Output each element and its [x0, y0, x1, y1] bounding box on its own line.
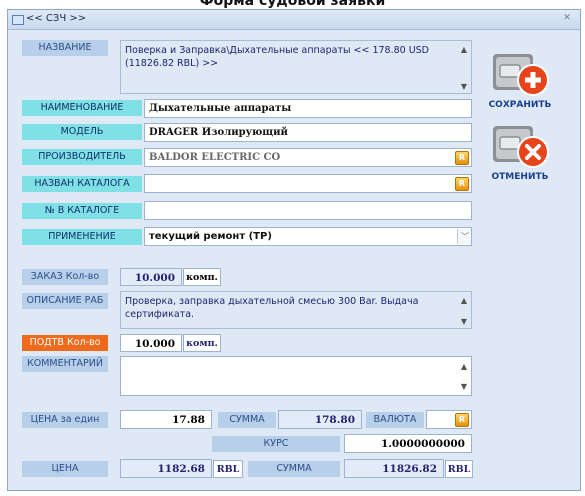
- name-textarea[interactable]: Поверка и Заправка\Дыхательные аппараты …: [120, 40, 472, 94]
- sum2-value: 11826.82: [382, 463, 437, 475]
- cancel-label: ОТМЕНИТЬ: [491, 172, 549, 182]
- maker-label: ПРОИЗВОДИТЕЛЬ: [22, 149, 142, 165]
- scroll-down-icon[interactable]: ▼: [459, 382, 469, 391]
- usage-select[interactable]: текущий ремонт (ТР) ﹀: [144, 227, 472, 246]
- comment-label: КОММЕНТАРИЙ: [22, 356, 108, 372]
- sum-value: 178.80: [314, 414, 355, 426]
- cancel-button[interactable]: ОТМЕНИТЬ: [483, 120, 557, 182]
- order-qty-value: 10.000: [134, 272, 175, 284]
- rate-field[interactable]: 1.0000000000: [344, 434, 472, 453]
- scroll-down-icon[interactable]: ▼: [459, 82, 469, 91]
- model-value: DRAGER Изолирующий: [149, 127, 288, 138]
- unit-price-value: 17.88: [172, 414, 205, 426]
- name-text: Поверка и Заправка\Дыхательные аппараты …: [125, 45, 429, 69]
- usage-value: текущий ремонт (ТР): [149, 231, 272, 242]
- scroll-up-icon[interactable]: ▲: [459, 362, 469, 371]
- chevron-down-icon[interactable]: ﹀: [457, 229, 471, 244]
- comment-textarea[interactable]: ▲ ▼: [120, 356, 472, 396]
- cancel-icon: [493, 126, 549, 168]
- item-label: НАИМЕНОВАНИЕ: [22, 100, 142, 116]
- order-unit: комп.: [183, 268, 221, 286]
- scroll-up-icon[interactable]: ▲: [459, 45, 469, 54]
- unit-price-field[interactable]: 17.88: [120, 410, 212, 429]
- order-qty-label: ЗАКАЗ Кол-во: [22, 269, 108, 285]
- catno-field[interactable]: [144, 201, 472, 220]
- item-field[interactable]: Дыхательные аппараты: [144, 99, 472, 118]
- price-field: 1182.68: [120, 459, 212, 478]
- price-currency: RBL: [213, 460, 243, 478]
- usage-label: ПРИМЕНЕНИЕ: [22, 229, 142, 245]
- sum2-label: СУММА: [248, 461, 340, 477]
- sum2-currency: RBL: [445, 460, 473, 478]
- work-desc-label: ОПИСАНИЕ РАБ: [22, 293, 108, 309]
- price-label: ЦЕНА: [22, 461, 108, 477]
- price-value: 1182.68: [157, 463, 206, 475]
- confirm-qty-field[interactable]: 10.000: [120, 334, 182, 352]
- currency-field[interactable]: R: [426, 410, 472, 429]
- sum2-field: 11826.82: [344, 459, 444, 478]
- name-label: НАЗВАНИЕ: [22, 40, 108, 56]
- scroll-down-icon[interactable]: ▼: [459, 317, 469, 326]
- save-button[interactable]: СОХРАНИТЬ: [483, 48, 557, 110]
- catalog-field[interactable]: R: [144, 174, 472, 193]
- confirm-qty-value: 10.000: [134, 338, 175, 350]
- title-bar: << СЗЧ >> ✕: [8, 10, 580, 30]
- confirm-qty-label: ПОДТВ Кол-во: [22, 335, 108, 351]
- form-caption: Форма судовой заявки: [199, 0, 386, 9]
- currency-label: ВАЛЮТА: [366, 412, 424, 428]
- currency-lookup-button[interactable]: R: [455, 413, 469, 427]
- unit-price-label: ЦЕНА за един: [22, 412, 108, 428]
- sum-label: СУММА: [218, 412, 276, 428]
- sum-field: 178.80: [278, 410, 362, 429]
- window-icon: [12, 15, 24, 25]
- save-label: СОХРАНИТЬ: [488, 100, 552, 110]
- claim-form-window: << СЗЧ >> ✕ НАЗВАНИЕ Поверка и Заправка\…: [7, 9, 581, 491]
- work-desc-textarea[interactable]: Проверка, заправка дыхательной смесью 30…: [120, 291, 472, 329]
- model-label: МОДЕЛЬ: [22, 124, 142, 140]
- catalog-label: НАЗВАН КАТАЛОГА: [22, 176, 142, 192]
- maker-value: BALDOR ELECTRIC CO: [149, 152, 281, 163]
- maker-lookup-button[interactable]: R: [455, 151, 469, 165]
- window-title: << СЗЧ >>: [26, 13, 87, 24]
- work-desc-text: Проверка, заправка дыхательной смесью 30…: [125, 296, 419, 320]
- close-icon[interactable]: ✕: [560, 12, 574, 25]
- confirm-unit: комп.: [183, 334, 221, 352]
- rate-value: 1.0000000000: [380, 438, 465, 450]
- scroll-up-icon[interactable]: ▲: [459, 296, 469, 305]
- catno-label: № В КАТАЛОГЕ: [22, 203, 142, 219]
- catalog-lookup-button[interactable]: R: [455, 177, 469, 191]
- item-value: Дыхательные аппараты: [149, 103, 292, 114]
- model-field[interactable]: DRAGER Изолирующий: [144, 123, 472, 142]
- order-qty-field[interactable]: 10.000: [120, 268, 182, 286]
- maker-field[interactable]: BALDOR ELECTRIC CO R: [144, 148, 472, 167]
- rate-label: КУРС: [212, 436, 340, 452]
- save-icon: [493, 54, 549, 96]
